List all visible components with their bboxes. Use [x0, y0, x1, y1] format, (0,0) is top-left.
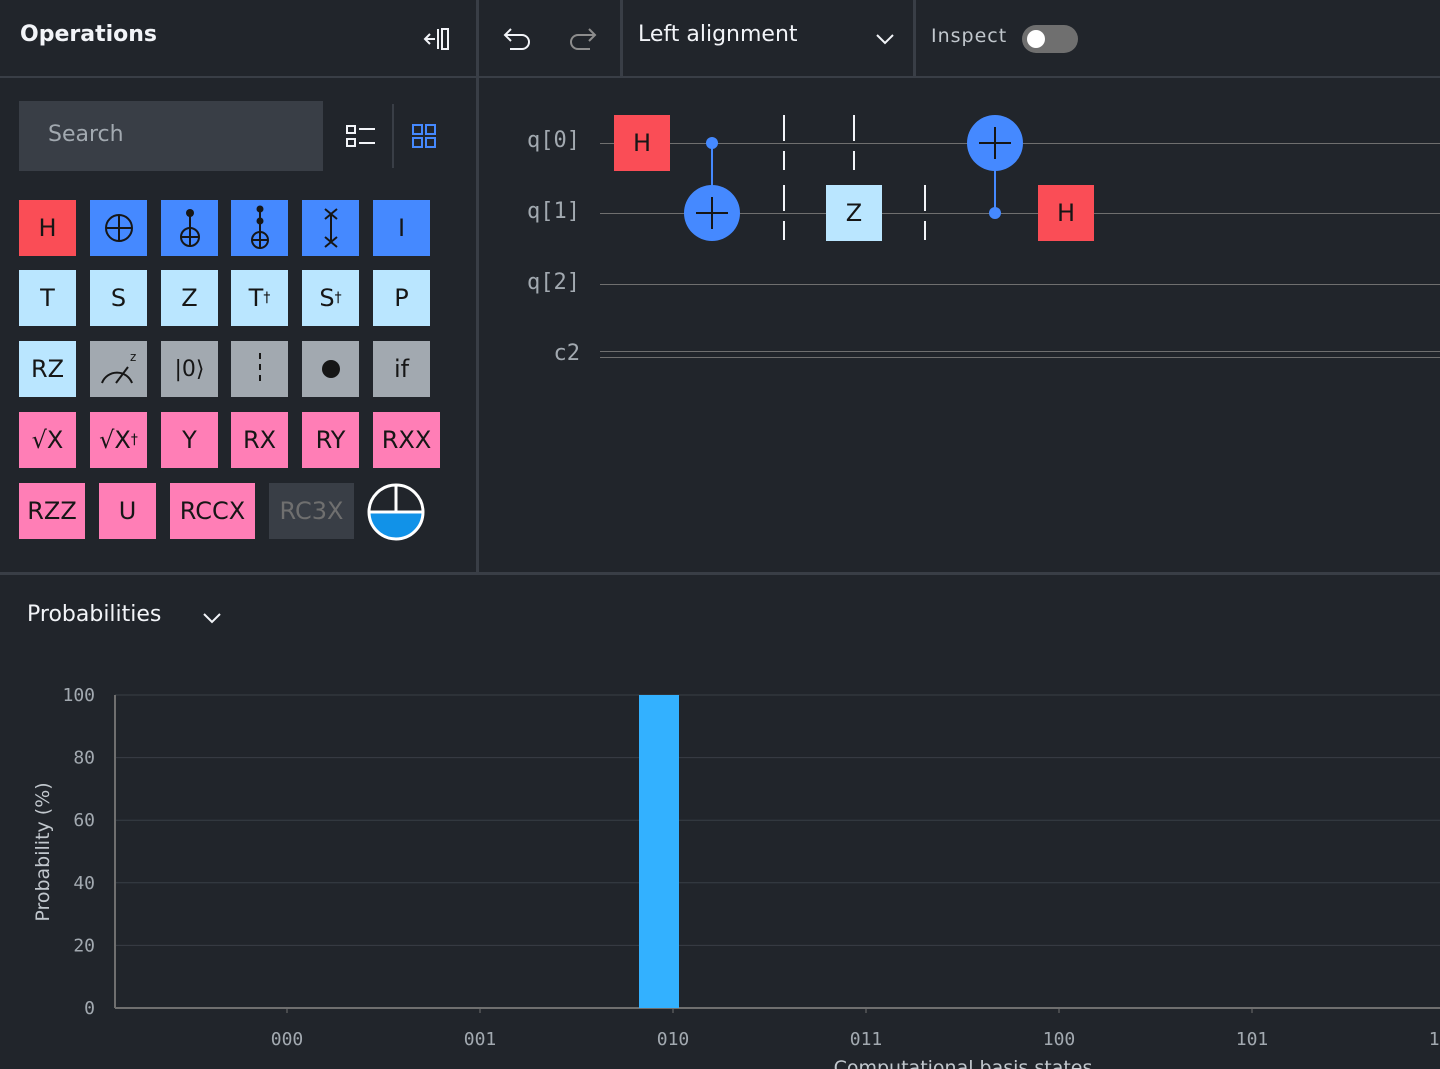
- gate-z[interactable]: Z: [161, 270, 218, 326]
- gate-t[interactable]: T: [19, 270, 76, 326]
- grid-view-icon[interactable]: [404, 118, 444, 154]
- y-tick-label: 60: [73, 810, 95, 831]
- gate-if[interactable]: if: [373, 341, 430, 397]
- gate-control[interactable]: [302, 341, 359, 397]
- classical-wire-bottom: [600, 357, 1440, 358]
- gate-rz[interactable]: RZ: [19, 341, 76, 397]
- toolbar-divider: [476, 0, 479, 76]
- measure-icon: z: [100, 350, 136, 384]
- visualization-icon[interactable]: [366, 482, 426, 542]
- x-axis-label: Computational basis states: [834, 1057, 1093, 1069]
- list-view-icon[interactable]: [340, 118, 380, 154]
- y-tick-label: 20: [73, 935, 95, 956]
- alignment-dropdown[interactable]: Left alignment: [622, 0, 913, 76]
- gate-y[interactable]: Y: [161, 412, 218, 468]
- x-tick-label: 100: [1043, 1029, 1076, 1050]
- control-dot-icon: [321, 360, 340, 378]
- gate-rxx[interactable]: RXX: [373, 412, 440, 468]
- gate-cnot[interactable]: [90, 200, 147, 256]
- view-divider: [392, 104, 394, 168]
- x-tick-label: 110: [1429, 1029, 1440, 1050]
- qubit-wire-q2: [600, 284, 1440, 285]
- redo-icon[interactable]: [566, 20, 604, 58]
- gate-p[interactable]: P: [373, 270, 430, 326]
- gate-swap[interactable]: [302, 200, 359, 256]
- search-placeholder: Search: [48, 122, 124, 147]
- y-tick-label: 100: [62, 685, 95, 706]
- circuit-gate-h-q1[interactable]: H: [1038, 185, 1094, 241]
- gate-ry[interactable]: RY: [302, 412, 359, 468]
- register-label-q2: q[2]: [527, 270, 580, 295]
- oplus-icon: [104, 214, 133, 242]
- inspect-toggle[interactable]: [1022, 25, 1078, 53]
- inspect-label: Inspect: [931, 25, 1008, 47]
- register-label-q1: q[1]: [527, 199, 580, 224]
- chevron-down-icon: [201, 607, 223, 633]
- gate-ccx[interactable]: [231, 200, 288, 256]
- y-tick-label: 80: [73, 748, 95, 769]
- swap-icon: [323, 208, 338, 248]
- probability-chart: 0 20 40 60 80 100 000 001 010 011 100 101 110 Probabi…: [32, 685, 1440, 1069]
- x-tick-label: 000: [271, 1029, 304, 1050]
- collapse-panel-icon[interactable]: [416, 20, 456, 58]
- visualization-title: Probabilities: [27, 602, 162, 627]
- panel-divider: [476, 76, 479, 572]
- y-tick-label: 40: [73, 873, 95, 894]
- circuit-gate-z-q1[interactable]: Z: [826, 185, 882, 241]
- classical-wire-top: [600, 351, 1440, 352]
- controlled-x-icon: [179, 209, 200, 247]
- gate-sdg[interactable]: S †: [302, 270, 359, 326]
- gate-rc3x: RC3X: [269, 483, 354, 539]
- gate-h[interactable]: H: [19, 200, 76, 256]
- gate-identity[interactable]: I: [373, 200, 430, 256]
- alignment-value: Left alignment: [638, 22, 798, 47]
- toolbar-divider: [913, 0, 916, 76]
- undo-icon[interactable]: [496, 20, 534, 58]
- x-tick-label: 001: [464, 1029, 497, 1050]
- x-tick-label: 101: [1236, 1029, 1269, 1050]
- x-tick-label: 010: [657, 1029, 690, 1050]
- gate-rccx[interactable]: RCCX: [170, 483, 255, 539]
- gate-measure[interactable]: z: [90, 341, 147, 397]
- barrier-icon: [258, 353, 261, 385]
- gate-s[interactable]: S: [90, 270, 147, 326]
- double-controlled-x-icon: [250, 205, 269, 249]
- circuit-gate-h-q0[interactable]: H: [614, 115, 670, 171]
- y-axis-label: Probability (%): [32, 782, 54, 921]
- gate-sqrt-x[interactable]: √X: [19, 412, 76, 468]
- toggle-knob: [1027, 30, 1045, 48]
- x-tick-label: 011: [850, 1029, 883, 1050]
- gate-toffoli[interactable]: [161, 200, 218, 256]
- circuit-overlay: [684, 115, 1023, 241]
- register-label-q0: q[0]: [527, 128, 580, 153]
- chevron-down-icon: [874, 28, 896, 54]
- top-toolbar: Operations Left alignment Inspect: [0, 0, 1440, 78]
- visualization-dropdown[interactable]: Probabilities: [16, 590, 236, 642]
- gate-rzz[interactable]: RZZ: [19, 483, 85, 539]
- operations-title: Operations: [20, 22, 157, 47]
- section-divider: [0, 572, 1440, 575]
- gate-u[interactable]: U: [99, 483, 156, 539]
- gate-rx[interactable]: RX: [231, 412, 288, 468]
- gate-tdg[interactable]: T †: [231, 270, 288, 326]
- gate-barrier[interactable]: [231, 341, 288, 397]
- y-tick-label: 0: [84, 998, 95, 1019]
- register-label-c2: c2: [553, 341, 581, 366]
- svg-text:z: z: [130, 350, 136, 364]
- gate-reset[interactable]: |0⟩: [161, 341, 218, 397]
- gate-sqrt-x-dg[interactable]: √X †: [90, 412, 147, 468]
- bar-010: [639, 695, 679, 1008]
